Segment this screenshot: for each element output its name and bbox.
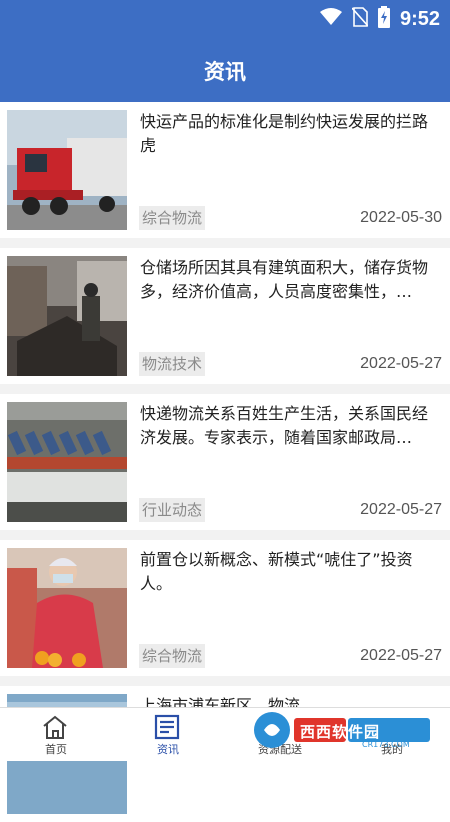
- article-category-tag: 物流技术: [139, 352, 206, 376]
- article-category-tag: 行业动态: [139, 498, 206, 522]
- wifi-icon: [319, 8, 342, 30]
- tab-home[interactable]: 首页: [0, 708, 112, 761]
- app-header: 9:52 资讯: [0, 0, 450, 102]
- home-icon: [43, 715, 67, 739]
- article-thumbnail: [7, 110, 127, 230]
- article-item[interactable]: 快运产品的标准化是制约快运发展的拦路虎 综合物流 2022-05-30: [0, 102, 450, 238]
- article-category-tag: 综合物流: [139, 206, 206, 230]
- watermark-logo: 西西软件园 CR173.COM: [250, 710, 435, 750]
- article-date: 2022-05-30: [360, 209, 442, 226]
- tab-label: 首页: [45, 743, 67, 756]
- tab-label: 资讯: [157, 743, 179, 756]
- article-title: 前置仓以新概念、新模式“唬住了”投资人。: [140, 550, 413, 593]
- watermark-url: CR173.COM: [362, 740, 410, 749]
- battery-charging-icon: [377, 6, 390, 32]
- article-thumbnail: [7, 402, 127, 522]
- status-time: 9:52: [399, 7, 440, 30]
- watermark-text: 西西软件园: [300, 723, 381, 741]
- page-title: 资讯: [204, 60, 246, 84]
- article-title: 快运产品的标准化是制约快运发展的拦路虎: [140, 112, 429, 155]
- tab-news[interactable]: 资讯: [112, 708, 224, 761]
- article-title: 仓储场所因其具有建筑面积大，储存货物多，经济价值高，人员高度密集性，…: [140, 258, 429, 301]
- article-date: 2022-05-27: [360, 647, 442, 664]
- article-category-tag: 综合物流: [139, 644, 206, 668]
- status-bar: 9:52: [319, 6, 440, 32]
- article-item[interactable]: 快递物流关系百姓生产生活，关系国民经济发展。专家表示，随着国家邮政局… 行业动态…: [0, 394, 450, 530]
- article-item[interactable]: 仓储场所因其具有建筑面积大，储存货物多，经济价值高，人员高度密集性，… 物流技术…: [0, 248, 450, 384]
- article-date: 2022-05-27: [360, 355, 442, 372]
- article-date: 2022-05-27: [360, 501, 442, 518]
- no-sim-icon: [351, 7, 369, 31]
- article-title: 快递物流关系百姓生产生活，关系国民经济发展。专家表示，随着国家邮政局…: [140, 404, 429, 447]
- article-item[interactable]: 前置仓以新概念、新模式“唬住了”投资人。 综合物流 2022-05-27: [0, 540, 450, 676]
- article-thumbnail: [7, 256, 127, 376]
- article-thumbnail: [7, 548, 127, 668]
- news-icon: [154, 714, 180, 740]
